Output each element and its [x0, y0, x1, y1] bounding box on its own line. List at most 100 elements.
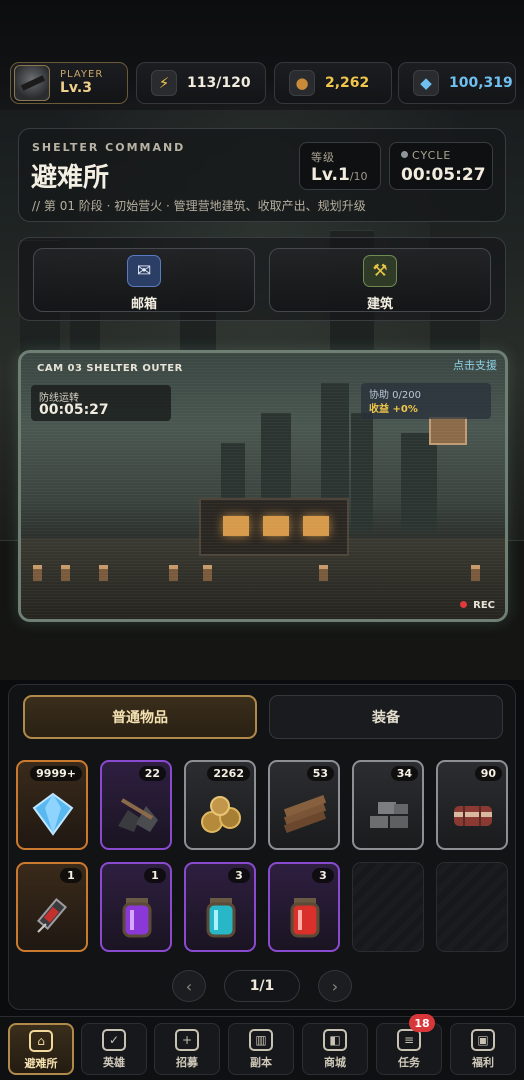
- item-count: 22: [138, 766, 166, 781]
- inventory-slot-wood[interactable]: 53: [268, 760, 340, 850]
- diamond-value: 100,319: [449, 75, 513, 91]
- item-count: 90: [474, 766, 502, 781]
- item-count: 2262: [207, 766, 250, 781]
- assist-gain: 收益 +0%: [369, 404, 418, 415]
- nav-shop[interactable]: ◧ 商城: [302, 1023, 368, 1075]
- item-count: 1: [144, 868, 166, 883]
- chevron-right-icon: ›: [331, 976, 339, 996]
- mailbox-label: 邮箱: [130, 297, 157, 312]
- nav-tasks[interactable]: 18 ≡ 任务: [376, 1014, 442, 1075]
- inventory-slot-purple-potion[interactable]: 1: [100, 862, 172, 952]
- add-person-icon: +: [175, 1029, 199, 1051]
- shelter-camera-feed[interactable]: CAM 03 SHELTER OUTER 点击支援 防线运转 00:05:27 …: [18, 350, 508, 622]
- item-count: 1: [60, 868, 82, 883]
- level-box: 等级 Lv.1/10: [299, 142, 381, 190]
- item-count: 34: [390, 766, 418, 781]
- level-label: 等级: [311, 151, 335, 164]
- player-level: Lv.3: [60, 79, 92, 96]
- crane-icon: ⚒: [363, 255, 397, 287]
- item-count: 3: [228, 868, 250, 883]
- coins-icon: [201, 796, 241, 833]
- bottom-nav: ⌂ 避难所 ✓ 英雄 + 招募 ▥ 副本 ◧ 商城 18 ≡ 任务 ▣ 福利: [0, 1014, 524, 1080]
- nav-welfare[interactable]: ▣ 福利: [450, 1023, 516, 1075]
- inventory-slot-stone[interactable]: 34: [352, 760, 424, 850]
- diamond-icon: ◆: [413, 70, 439, 96]
- page-title: 避难所: [31, 163, 110, 193]
- stage-description: // 第 01 阶段 · 初始营火 · 管理营地建筑、收取产出、规划升级: [32, 199, 366, 213]
- chevron-left-icon: ‹: [185, 976, 193, 996]
- inventory-slot-empty[interactable]: [352, 862, 424, 952]
- page-indicator: 1/1: [224, 970, 300, 1002]
- assist-status: 协助 0/200 收益 +0%: [361, 383, 491, 419]
- item-count: 53: [306, 766, 334, 781]
- assist-label: 协助 0/200: [369, 390, 421, 401]
- camera-tag: CAM 03 SHELTER OUTER: [37, 363, 183, 374]
- nav-label: 福利: [472, 1056, 494, 1069]
- mailbox-button[interactable]: ✉ 邮箱: [33, 248, 255, 312]
- prev-page-button[interactable]: ‹: [172, 970, 206, 1002]
- building-button[interactable]: ⚒ 建筑: [269, 248, 491, 312]
- card-subtitle: SHELTER COMMAND: [32, 141, 186, 154]
- item-count: 9999+: [30, 766, 82, 781]
- inventory-slot-red-potion[interactable]: 3: [268, 862, 340, 952]
- nav-dungeon[interactable]: ▥ 副本: [228, 1023, 294, 1075]
- nav-label: 副本: [250, 1056, 272, 1069]
- support-link[interactable]: 点击支援: [453, 357, 497, 373]
- cycle-timer: 00:05:27: [401, 165, 486, 185]
- defense-status: 防线运转 00:05:27: [31, 385, 171, 421]
- syringe-icon: [36, 898, 68, 933]
- home-icon: ⌂: [29, 1030, 53, 1052]
- gold-counter[interactable]: ● 2,262: [274, 62, 392, 104]
- cycle-label: CYCLE: [412, 149, 452, 162]
- stone-bricks-icon: [370, 802, 408, 828]
- inventory-slot-cyan-potion[interactable]: 3: [184, 862, 256, 952]
- tab-common-items[interactable]: 普通物品: [23, 695, 257, 739]
- shield-icon: ✓: [102, 1029, 126, 1051]
- red-potion-icon: [290, 898, 320, 938]
- nav-label: 招募: [176, 1056, 198, 1069]
- inventory-slot-empty[interactable]: [436, 862, 508, 952]
- nav-label: 英雄: [103, 1056, 125, 1069]
- next-page-button[interactable]: ›: [318, 970, 352, 1002]
- quick-actions: ✉ 邮箱 ⚒ 建筑: [18, 237, 506, 321]
- task-badge: 18: [409, 1014, 435, 1032]
- nav-label: 避难所: [24, 1057, 58, 1070]
- wood-icon: [283, 795, 327, 833]
- castle-icon: ▥: [249, 1029, 273, 1051]
- cyan-potion-icon: [206, 898, 236, 938]
- inventory-slot-diamond[interactable]: 9999+: [16, 760, 88, 850]
- gold-value: 2,262: [325, 75, 370, 91]
- inventory-slot-syringe[interactable]: 1: [16, 862, 88, 952]
- shelter-command-card: SHELTER COMMAND 避难所 // 第 01 阶段 · 初始营火 · …: [18, 128, 506, 222]
- ore-icon: [118, 798, 158, 832]
- nav-recruit[interactable]: + 招募: [154, 1023, 220, 1075]
- gift-icon: ▣: [471, 1029, 495, 1051]
- clipboard-icon: ≡: [397, 1029, 421, 1051]
- inventory-slot-coins[interactable]: 2262: [184, 760, 256, 850]
- cycle-box: CYCLE 00:05:27: [389, 142, 493, 190]
- energy-counter[interactable]: ⚡ 113/120: [136, 62, 266, 104]
- nav-heroes[interactable]: ✓ 英雄: [81, 1023, 147, 1075]
- rec-indicator: REC: [460, 600, 495, 611]
- resource-bar: PLAYER Lv.3 ⚡ 113/120 ● 2,262 ◆ 100,319: [0, 0, 524, 110]
- nav-label: 商城: [324, 1056, 346, 1069]
- item-count: 3: [312, 868, 334, 883]
- coin-bag-icon: ●: [289, 70, 315, 96]
- purple-potion-icon: [122, 898, 152, 938]
- avatar: [14, 65, 50, 101]
- diamond-counter[interactable]: ◆ 100,319: [398, 62, 516, 104]
- player-profile[interactable]: PLAYER Lv.3: [10, 62, 128, 104]
- inventory-slot-meat[interactable]: 90: [436, 760, 508, 850]
- nav-shelter[interactable]: ⌂ 避难所: [8, 1023, 74, 1075]
- shopping-bag-icon: ◧: [323, 1029, 347, 1051]
- meat-icon: [454, 806, 492, 826]
- defense-timer: 00:05:27: [39, 402, 109, 418]
- cycle-dot-icon: [401, 151, 408, 158]
- building-label: 建筑: [366, 297, 393, 312]
- nav-label: 任务: [398, 1056, 420, 1069]
- tab-equipment[interactable]: 装备: [269, 695, 503, 739]
- inventory-slot-ore[interactable]: 22: [100, 760, 172, 850]
- level-max: /10: [349, 170, 368, 183]
- mail-icon: ✉: [127, 255, 161, 287]
- diamond-icon: [32, 792, 74, 836]
